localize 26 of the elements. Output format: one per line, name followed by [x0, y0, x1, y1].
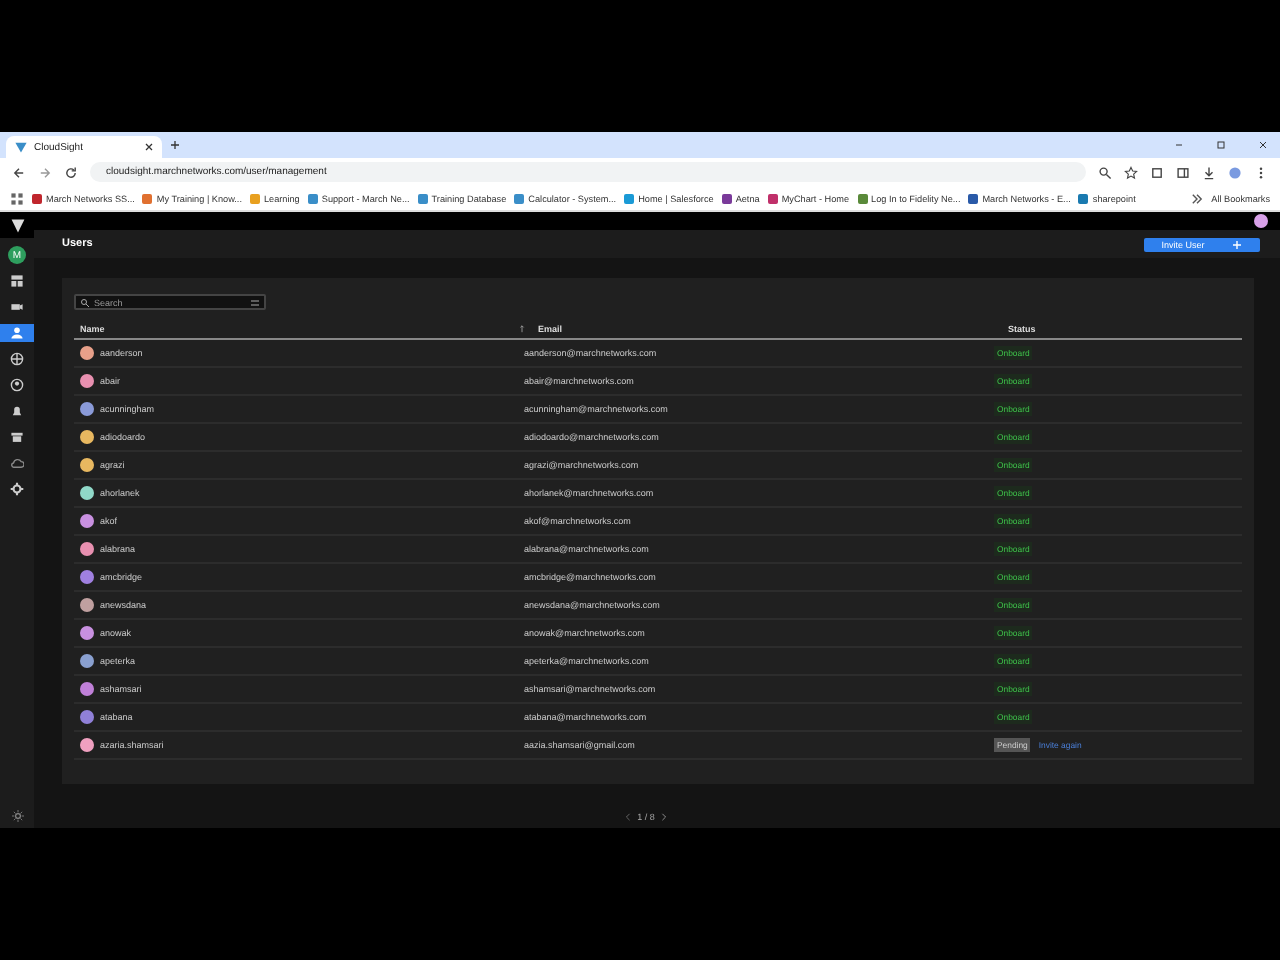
sort-arrow-icon[interactable] [518, 323, 526, 333]
extensions-icon[interactable] [1150, 165, 1164, 179]
filter-icon[interactable] [250, 297, 260, 307]
next-page-icon[interactable] [660, 811, 669, 821]
sidepanel-icon[interactable] [1176, 165, 1190, 179]
reload-icon[interactable] [64, 165, 78, 179]
restore-icon[interactable] [1216, 140, 1226, 150]
download-icon[interactable] [1202, 165, 1216, 179]
search-icon [80, 297, 90, 307]
users-icon[interactable] [0, 324, 34, 342]
new-tab-icon[interactable] [170, 140, 180, 150]
chevron-icon[interactable] [1189, 191, 1204, 205]
logo-icon [14, 140, 28, 154]
search-icon[interactable] [1098, 165, 1112, 179]
menu-icon[interactable] [1254, 165, 1268, 179]
plus-icon [1232, 239, 1243, 250]
account-avatar[interactable] [1254, 214, 1268, 229]
close-icon[interactable] [1258, 140, 1268, 150]
star-icon[interactable] [1124, 165, 1138, 179]
minimize-icon[interactable] [1174, 140, 1184, 150]
forward-icon[interactable] [38, 165, 52, 179]
apps-icon[interactable] [10, 191, 24, 205]
close-icon[interactable] [144, 142, 154, 152]
profile-icon[interactable] [1228, 165, 1242, 179]
sun-icon[interactable] [11, 810, 23, 822]
back-icon[interactable] [12, 165, 26, 179]
